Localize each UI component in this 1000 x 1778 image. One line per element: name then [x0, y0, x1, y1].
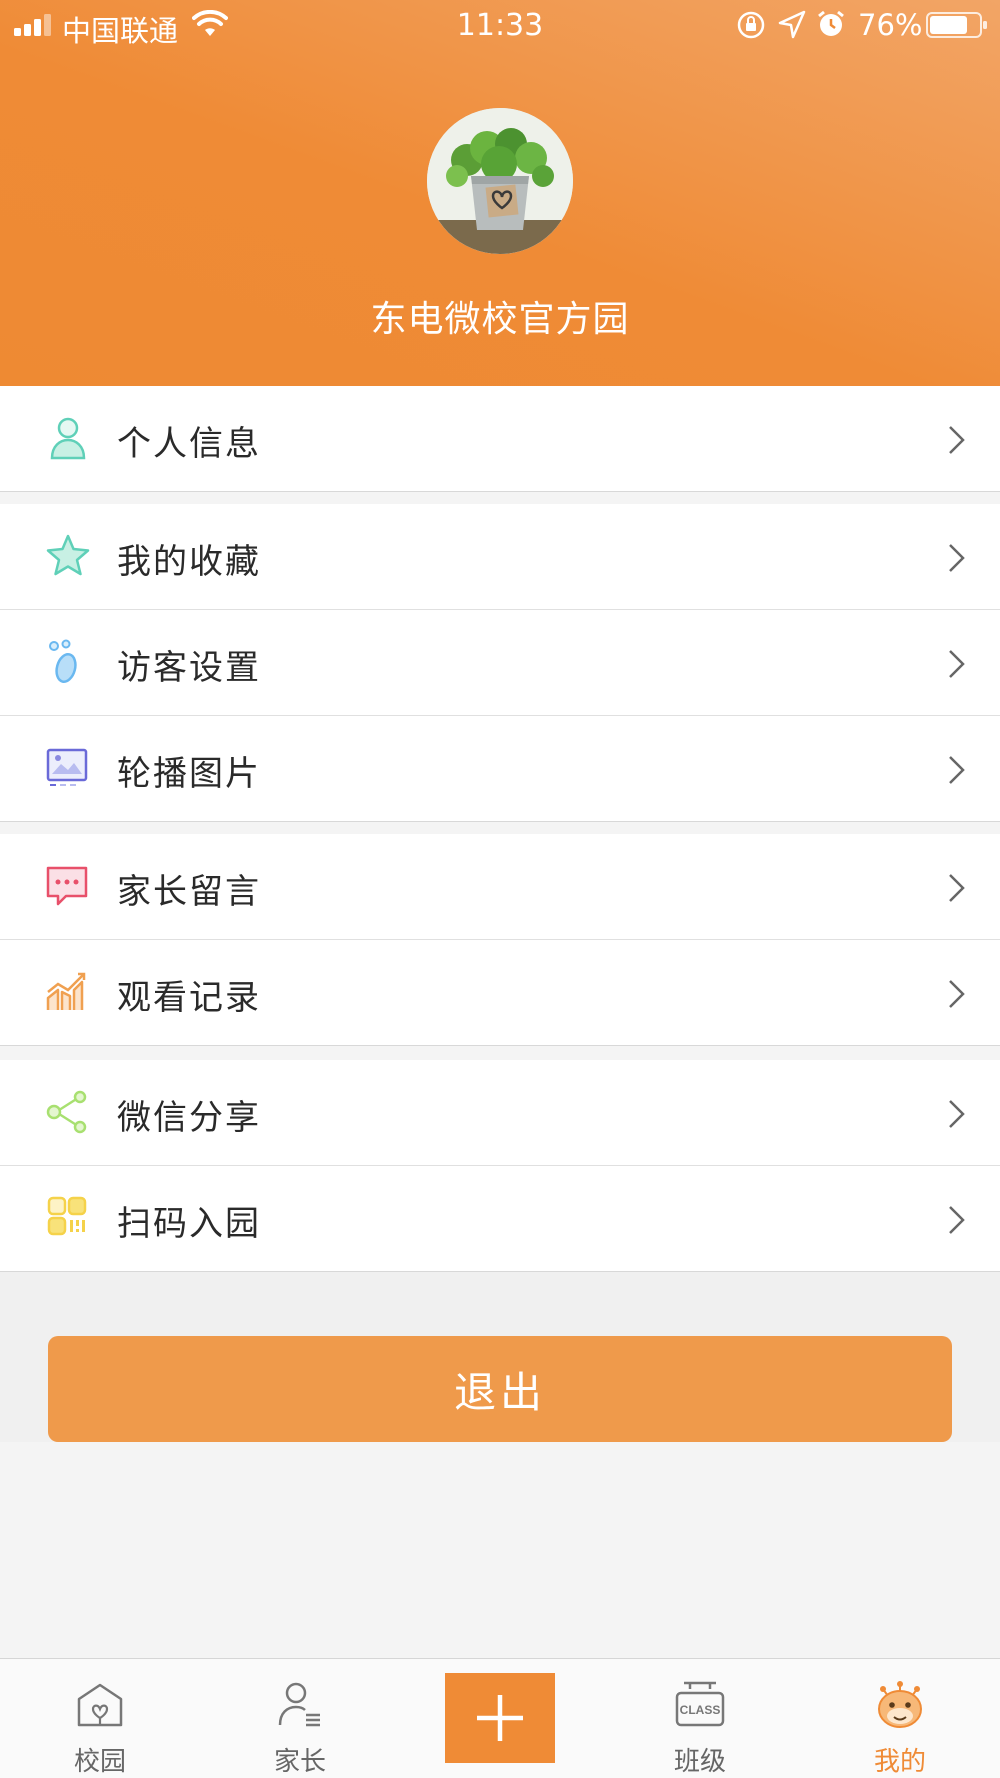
status-bar: 中国联通 11:33 76%: [0, 0, 1000, 50]
tab-mine[interactable]: 我的: [800, 1659, 1000, 1778]
logout-area: 退出: [0, 1272, 1000, 1442]
tab-label: 我的: [873, 1747, 926, 1777]
logout-button[interactable]: 退出: [48, 1336, 952, 1442]
visitor-icon: [49, 639, 77, 683]
menu-item-parent-messages[interactable]: 家长留言: [0, 834, 1000, 940]
person-icon: [50, 417, 86, 460]
chevron-right-icon: [949, 1206, 965, 1234]
rotation-lock-icon: [737, 11, 765, 39]
message-icon: [46, 866, 88, 906]
menu-label: 轮播图片: [117, 754, 261, 794]
menu-group-account: 个人信息: [0, 386, 1000, 492]
tab-label: 班级: [673, 1747, 726, 1777]
plus-icon: [477, 1695, 523, 1741]
tab-label: 校园: [73, 1747, 126, 1777]
chevron-right-icon: [949, 426, 965, 454]
menu-group-activity: 家长留言 观看记录: [0, 834, 1000, 1046]
location-icon: [778, 10, 806, 39]
share-icon: [46, 1090, 87, 1134]
tab-label: 家长: [273, 1747, 326, 1777]
profile-header: 中国联通 11:33 76% 东电微校官方园: [0, 0, 1000, 386]
status-time: 11:33: [456, 8, 544, 43]
menu-group-settings: 我的收藏 访客设置 轮播图片: [0, 504, 1000, 822]
carousel-image-icon: [46, 748, 88, 786]
qr-icon: [47, 1196, 87, 1236]
tab-bar: 校园 家长 CLASS 班级 我的: [0, 1658, 1000, 1778]
menu-label: 访客设置: [117, 648, 261, 688]
tab-parents[interactable]: 家长: [200, 1659, 400, 1778]
chevron-right-icon: [949, 650, 965, 678]
menu-label: 扫码入园: [117, 1204, 261, 1244]
avatar[interactable]: [427, 108, 573, 254]
menu-label: 个人信息: [117, 424, 261, 464]
chevron-right-icon: [949, 980, 965, 1008]
alarm-icon: [818, 10, 844, 36]
svg-text:CLASS: CLASS: [680, 1703, 721, 1717]
menu-item-carousel-images[interactable]: 轮播图片: [0, 716, 1000, 822]
chevron-right-icon: [949, 544, 965, 572]
menu-group-share: 微信分享 扫码入园: [0, 1060, 1000, 1272]
menu-label: 我的收藏: [117, 542, 261, 582]
plant-avatar-icon: [427, 108, 573, 254]
mine-icon: [878, 1681, 922, 1728]
campus-icon: [77, 1683, 123, 1727]
chart-icon: [46, 972, 86, 1010]
menu-item-favorites[interactable]: 我的收藏: [0, 504, 1000, 610]
menu-item-scan-to-enter[interactable]: 扫码入园: [0, 1166, 1000, 1272]
menu-item-visitor-settings[interactable]: 访客设置: [0, 610, 1000, 716]
menu-label: 微信分享: [117, 1098, 261, 1138]
chevron-right-icon: [949, 1100, 965, 1128]
add-button[interactable]: [445, 1673, 555, 1763]
menu-label: 家长留言: [117, 872, 261, 912]
battery-icon: [926, 12, 987, 38]
chevron-right-icon: [949, 756, 965, 784]
menu-item-personal-info[interactable]: 个人信息: [0, 386, 1000, 492]
menu-label: 观看记录: [117, 978, 261, 1018]
org-name: 东电微校官方园: [370, 299, 630, 340]
parent-icon: [278, 1682, 320, 1727]
battery-percent: 76%: [858, 8, 923, 42]
menu-item-wechat-share[interactable]: 微信分享: [0, 1060, 1000, 1166]
chevron-right-icon: [949, 874, 965, 902]
star-icon: [46, 534, 90, 576]
menu-item-view-history[interactable]: 观看记录: [0, 940, 1000, 1046]
class-icon: CLASS: [675, 1681, 725, 1727]
tab-class[interactable]: CLASS 班级: [600, 1659, 800, 1778]
tab-campus[interactable]: 校园: [0, 1659, 200, 1778]
